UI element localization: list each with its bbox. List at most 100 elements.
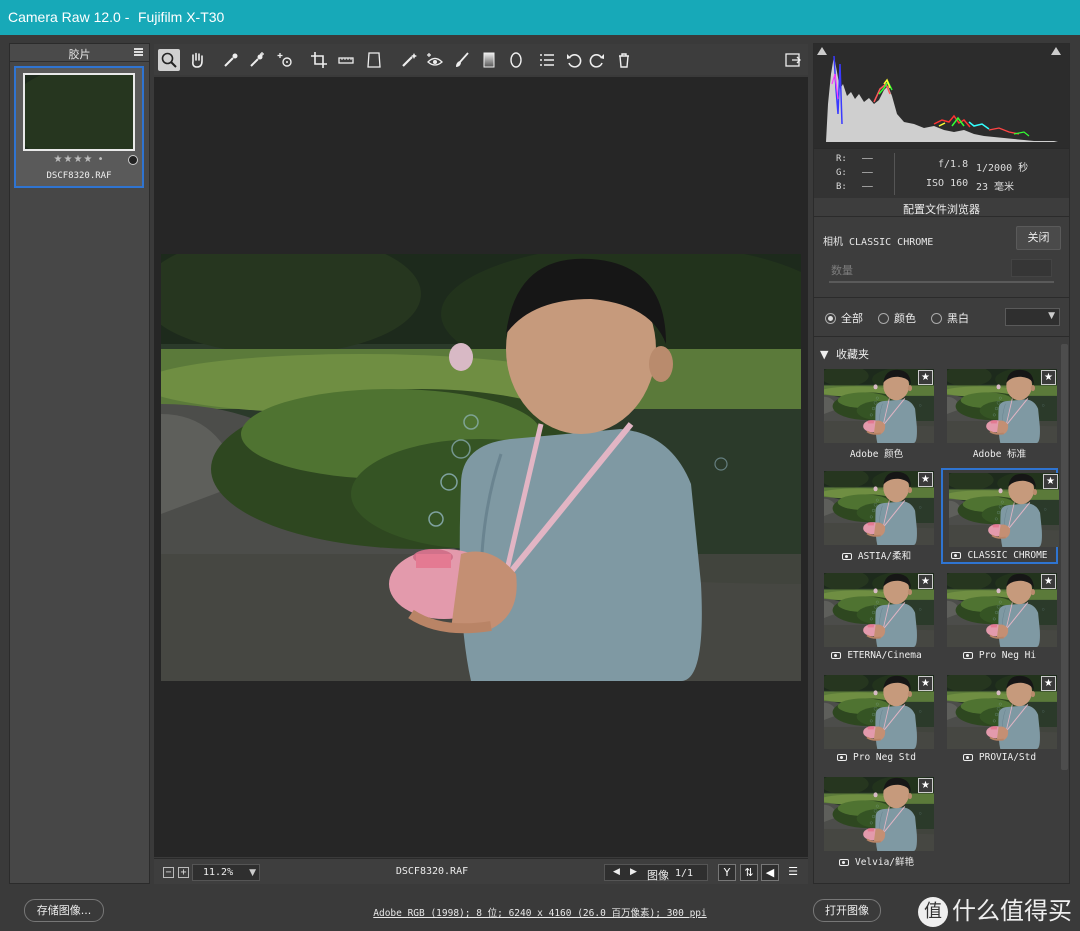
current-profile: 相机 CLASSIC CHROME xyxy=(823,237,934,248)
previous-image-icon[interactable]: ◀ xyxy=(613,867,620,877)
profile-item[interactable]: ★ ASTIA/柔和 xyxy=(818,468,935,564)
filter-radio-bw[interactable]: 黑白 xyxy=(931,310,969,326)
zoom-icon[interactable] xyxy=(158,49,180,71)
profile-label: PROVIA/Std xyxy=(941,752,1058,763)
profile-item[interactable]: ★ Pro Neg Std xyxy=(818,672,935,768)
filmstrip-thumbnail[interactable] xyxy=(23,73,135,151)
image-canvas[interactable] xyxy=(154,77,808,857)
favorite-star-icon[interactable]: ★ xyxy=(1041,676,1056,691)
profile-item[interactable]: ★ Velvia/鲜艳 xyxy=(818,774,935,870)
preview-photo[interactable] xyxy=(161,254,801,681)
swap-settings-icon[interactable]: ⇅ xyxy=(740,864,758,881)
red-eye-icon[interactable] xyxy=(424,49,446,71)
targeted-adjustment-icon[interactable] xyxy=(274,49,296,71)
scrollbar[interactable] xyxy=(1061,344,1068,770)
favorites-label: 收藏夹 xyxy=(835,348,869,361)
status-bar: 存储图像... Adobe RGB (1998); 8 位; 6240 x 41… xyxy=(0,887,1080,931)
profile-name: Adobe 颜色 xyxy=(849,449,904,460)
filmstrip-filename: DSCF8320.RAF xyxy=(46,171,112,181)
profile-item[interactable]: ★ Adobe 颜色 xyxy=(818,366,935,462)
shutter-speed: 1/2000 秒 xyxy=(976,163,1029,174)
profile-item[interactable]: ★ PROVIA/Std xyxy=(941,672,1058,768)
camera-icon xyxy=(838,859,849,866)
hand-icon[interactable] xyxy=(186,49,208,71)
blue-label: B: xyxy=(836,182,847,192)
profile-item[interactable]: ★ ETERNA/Cinema xyxy=(818,570,935,666)
profile-label: Pro Neg Std xyxy=(818,752,935,763)
favorite-star-icon[interactable]: ★ xyxy=(1041,370,1056,385)
profile-label: Adobe 颜色 xyxy=(818,446,935,460)
crop-icon[interactable] xyxy=(308,49,330,71)
amount-slider xyxy=(829,281,1054,283)
blue-value: —— xyxy=(862,182,873,192)
rotate-ccw-icon[interactable] xyxy=(563,49,585,71)
profile-group-select[interactable]: ▼ xyxy=(1005,308,1060,326)
chevron-down-icon: ▼ xyxy=(1048,311,1055,321)
adjustments-panel: R: —— G: —— B: —— f/1.8 1/2000 秒 ISO 160… xyxy=(813,43,1070,884)
white-balance-icon[interactable] xyxy=(220,49,242,71)
copy-settings-icon[interactable]: ◀ xyxy=(761,864,779,881)
watermark-badge-icon: 值 xyxy=(918,897,948,927)
fullscreen-icon[interactable] xyxy=(782,49,804,71)
exif-readout: R: —— G: —— B: —— f/1.8 1/2000 秒 ISO 160… xyxy=(814,148,1069,198)
histogram xyxy=(814,44,1069,148)
filter-radio-color[interactable]: 颜色 xyxy=(878,310,916,326)
profile-name: Pro Neg Hi xyxy=(978,650,1037,661)
filmstrip-item[interactable]: ★★★★ • DSCF8320.RAF xyxy=(14,66,144,188)
red-label: R: xyxy=(836,154,847,164)
favorite-star-icon[interactable]: ★ xyxy=(918,370,933,385)
focal-length: 23 毫米 xyxy=(976,182,1015,193)
graduated-filter-icon[interactable] xyxy=(478,49,500,71)
favorites-group-header[interactable]: ▼ 收藏夹 xyxy=(820,346,869,362)
canvas-status-bar: − + 11.2% ▼ DSCF8320.RAF ◀ ▶ 图像 1/1 Y ⇅ … xyxy=(154,858,808,884)
profile-item[interactable]: ★ Adobe 标准 xyxy=(941,366,1058,462)
camera-icon xyxy=(841,553,852,560)
radio-icon xyxy=(931,312,942,324)
favorite-star-icon[interactable]: ★ xyxy=(918,676,933,691)
menu-icon[interactable] xyxy=(134,48,143,56)
adjustment-brush-icon[interactable] xyxy=(451,49,473,71)
profile-label: Pro Neg Hi xyxy=(941,650,1058,661)
camera-icon xyxy=(951,552,962,559)
favorite-star-icon[interactable]: ★ xyxy=(1043,474,1058,489)
amount-label: 数量 xyxy=(831,264,853,277)
trash-icon[interactable] xyxy=(613,49,635,71)
rotate-cw-icon[interactable] xyxy=(586,49,608,71)
radial-filter-icon[interactable] xyxy=(505,49,527,71)
divider xyxy=(814,297,1069,298)
radio-selected-icon xyxy=(825,312,836,324)
profile-label: ETERNA/Cinema xyxy=(818,650,935,661)
watermark: 值什么值得买 xyxy=(918,891,1072,927)
title-bar: Camera Raw 12.0 - Fujifilm X-T30 xyxy=(0,0,1080,35)
open-image-button[interactable]: 打开图像 xyxy=(813,899,881,922)
filter-radio-all[interactable]: 全部 xyxy=(825,310,863,326)
image-navigator: ◀ ▶ 图像 1/1 xyxy=(604,864,708,882)
image-label: 图像 xyxy=(647,869,669,882)
red-value: —— xyxy=(862,154,873,164)
readout-divider xyxy=(894,153,895,195)
camera-title: Fujifilm X-T30 xyxy=(138,9,225,25)
profile-item[interactable]: ★ CLASSIC CHROME xyxy=(941,468,1059,564)
divider xyxy=(814,336,1069,337)
filter-icon[interactable] xyxy=(128,155,138,165)
spot-removal-icon[interactable] xyxy=(398,49,420,71)
radio-icon xyxy=(878,312,889,324)
transform-icon[interactable] xyxy=(363,49,385,71)
favorite-star-icon[interactable]: ★ xyxy=(1041,574,1056,589)
divider xyxy=(814,216,1069,217)
before-after-icon[interactable]: Y xyxy=(718,864,736,881)
toggle-settings-icon[interactable]: ☰ xyxy=(784,864,802,881)
profile-name: CLASSIC CHROME xyxy=(967,550,1048,561)
close-button[interactable]: 关闭 xyxy=(1016,226,1061,250)
green-value: —— xyxy=(862,168,873,178)
profile-item[interactable]: ★ Pro Neg Hi xyxy=(941,570,1058,666)
profile-label: Adobe 标准 xyxy=(941,446,1058,460)
favorite-star-icon[interactable]: ★ xyxy=(918,574,933,589)
color-sampler-icon[interactable] xyxy=(246,49,268,71)
rating-stars[interactable]: ★★★★ • xyxy=(16,154,142,165)
preferences-icon[interactable] xyxy=(536,49,558,71)
favorite-star-icon[interactable]: ★ xyxy=(918,472,933,487)
favorite-star-icon[interactable]: ★ xyxy=(918,778,933,793)
next-image-icon[interactable]: ▶ xyxy=(630,867,637,877)
straighten-icon[interactable] xyxy=(335,49,357,71)
